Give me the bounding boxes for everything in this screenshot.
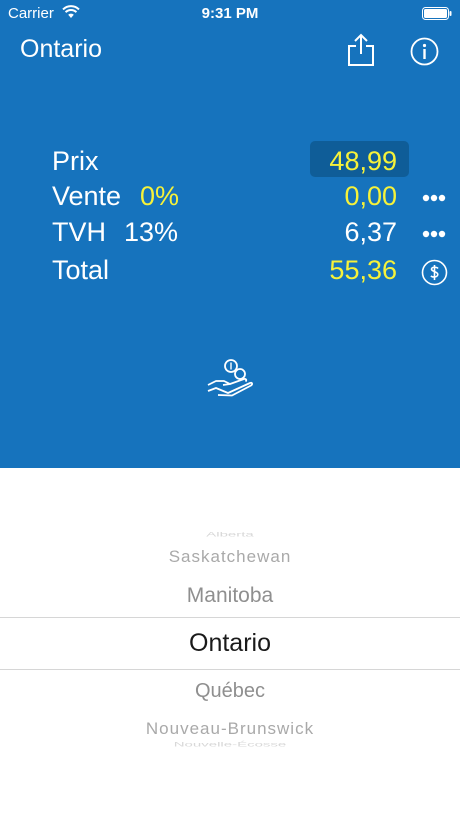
sales-tax-row: Vente 0% 0,00 xyxy=(0,181,460,217)
hst-label: TVH xyxy=(52,217,106,247)
price-label: Prix xyxy=(52,146,99,176)
sales-value: 0,00 xyxy=(344,181,397,211)
total-label: Total xyxy=(52,255,110,285)
picker-item[interactable]: Manitoba xyxy=(0,584,460,608)
selection-top-divider xyxy=(0,617,460,618)
sales-rate[interactable]: 0% xyxy=(140,181,179,212)
sales-label: Vente xyxy=(52,181,122,211)
hand-coin-icon[interactable] xyxy=(206,357,254,399)
hst-row: TVH 13% 6,37 xyxy=(0,217,460,253)
picker-item[interactable]: Québec xyxy=(0,680,460,703)
picker-item-selected[interactable]: Ontario xyxy=(0,629,460,658)
more-icon[interactable] xyxy=(422,230,446,238)
page-title: Ontario xyxy=(20,35,102,63)
share-icon[interactable] xyxy=(347,33,375,67)
province-picker[interactable]: Alberta Saskatchewan Manitoba Ontario Qu… xyxy=(0,468,460,818)
dollar-circle-icon[interactable] xyxy=(421,259,448,286)
picker-item[interactable]: Saskatchewan xyxy=(0,547,460,567)
price-row: Prix 48,99 xyxy=(0,141,460,182)
more-icon[interactable] xyxy=(422,194,446,202)
total-row: Total 55,36 xyxy=(0,255,460,291)
price-value[interactable]: 48,99 xyxy=(329,146,397,177)
hst-value: 6,37 xyxy=(344,217,397,247)
info-icon[interactable] xyxy=(410,37,439,66)
selection-bottom-divider xyxy=(0,669,460,670)
calculator-panel: Carrier 9:31 PM Ontario Prix 48,99 Vente… xyxy=(0,0,460,468)
picker-item[interactable]: Alberta xyxy=(0,531,460,539)
clock: 9:31 PM xyxy=(201,5,259,22)
picker-item[interactable]: Nouveau-Brunswick xyxy=(0,719,460,739)
hst-rate: 13% xyxy=(124,217,179,247)
status-bar: Carrier 9:31 PM xyxy=(0,0,460,26)
total-value: 55,36 xyxy=(329,255,397,285)
battery-icon xyxy=(422,7,452,20)
picker-item[interactable]: Nouvelle-Écosse xyxy=(0,741,460,749)
